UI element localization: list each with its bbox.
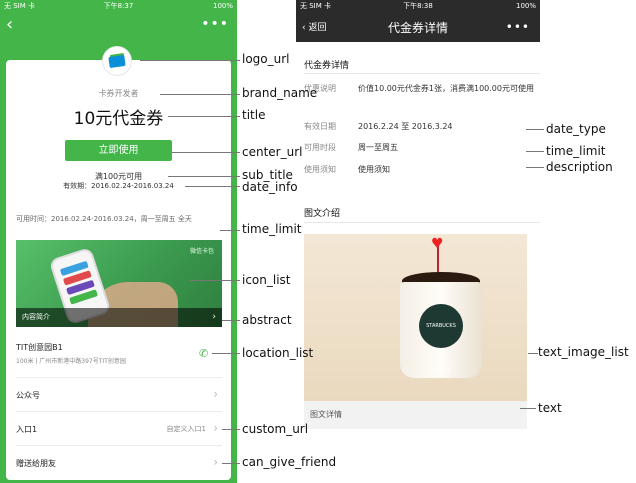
annotation-icon-list: icon_list (242, 273, 291, 287)
abstract-label: 内容简介 (22, 313, 50, 321)
row-label: 赠送给朋友 (16, 459, 56, 468)
annotation-time-limit: time_limit (242, 222, 302, 236)
detail-key: 使用须知 (304, 165, 336, 174)
detail-value: 2016.2.24 至 2016.3.24 (358, 122, 453, 131)
annotation-line (168, 176, 240, 177)
chevron-right-icon: › (213, 421, 218, 435)
battery-text: 100% (212, 2, 233, 10)
more-options-icon[interactable]: ••• (506, 20, 530, 34)
annotation-line (190, 280, 240, 281)
detail-value: 周一至周五 (358, 143, 398, 152)
top-nav: ‹ ••• (0, 12, 237, 40)
status-time: 下午8:37 (103, 2, 134, 10)
annotation-line (140, 60, 240, 61)
annotation-line (185, 186, 240, 187)
detail-key: 有效日期 (304, 122, 336, 131)
coupon-card: 卡券开发者 10元代金券 立即使用 满100元可用 有效期：2016.02.24… (6, 60, 231, 480)
annotation-abstract: abstract (242, 313, 292, 327)
annotation-line (222, 429, 240, 430)
list-item-official-account[interactable]: 公众号 › (16, 377, 222, 412)
detail-key: 可用时段 (304, 143, 336, 152)
annotation-line (528, 353, 538, 354)
status-time: 下午8:38 (403, 2, 433, 10)
heart-icon: ♥ (431, 236, 444, 252)
chevron-right-icon: › (213, 387, 218, 401)
starbucks-logo: STARBUCKS COFFEE (419, 304, 463, 373)
use-now-button[interactable]: 立即使用 (65, 140, 172, 161)
left-phone-screen: 无 SIM 卡 下午8:37 100% ‹ ••• 卡券开发者 10元代金券 立… (0, 0, 237, 483)
wechat-cardbag-tag: 微信卡包 (189, 248, 214, 255)
detail-value: 使用须知 (358, 165, 390, 174)
nav-bar: ‹ 返回 代金券详情 ••• (296, 12, 540, 42)
annotation-line (526, 129, 544, 130)
annotation-line (222, 463, 240, 464)
chevron-right-icon: › (212, 312, 216, 322)
status-bar: 无 SIM 卡 下午8:38 100% (296, 0, 540, 12)
annotation-text: text (538, 401, 562, 415)
divider (304, 73, 540, 74)
coffee-cup-image: ♥ STARBUCKS COFFEE (304, 234, 527, 401)
battery-text: 100% (515, 2, 536, 10)
annotation-line (222, 320, 240, 321)
photo-caption: 图文详情 (310, 410, 342, 419)
status-bar: 无 SIM 卡 下午8:37 100% (0, 0, 237, 12)
row-label: 入口1 (16, 425, 38, 434)
annotation-logo-url: logo_url (242, 52, 290, 66)
annotation-title: title (242, 108, 266, 122)
section-heading-detail: 代金券详情 (304, 61, 350, 71)
abstract-bar[interactable]: 内容简介 › (16, 308, 222, 327)
annotation-center-url: center_url (242, 145, 303, 159)
photo-caption-bar: 图文详情 (304, 401, 527, 429)
annotation-description: description (546, 160, 613, 174)
chevron-right-icon: › (213, 455, 218, 469)
annotation-brand-name: brand_name (242, 86, 318, 100)
location-name[interactable]: TIT创意园B1 (16, 342, 63, 353)
more-options-icon[interactable]: ••• (201, 16, 229, 32)
annotation-text-image-list: text_image_list (538, 345, 629, 359)
section-heading-intro: 图文介绍 (304, 209, 341, 219)
right-phone-screen: 无 SIM 卡 下午8:38 100% ‹ 返回 代金券详情 ••• 代金券详情… (296, 0, 540, 430)
annotation-line (520, 408, 536, 409)
phone-call-icon[interactable]: ✆ (199, 347, 208, 360)
annotation-line (160, 94, 240, 95)
list-item-entry1[interactable]: 入口1 自定义入口1 › (16, 411, 222, 446)
annotation-line (526, 167, 544, 168)
annotation-can-give-friend: can_give_friend (242, 455, 337, 469)
annotation-date-type: date_type (546, 122, 606, 136)
time-limit-text: 可用时间：2016.02.24-2016.03.24，周一至周五 全天 (16, 215, 192, 223)
annotation-line (220, 230, 240, 231)
annotation-line (212, 353, 240, 354)
annotation-date-info: date_info (242, 180, 298, 194)
annotation-time-limit-right: time_limit (546, 144, 606, 158)
divider (304, 222, 540, 223)
annotation-line (172, 152, 240, 153)
annotation-location-list: location_list (242, 346, 314, 360)
page-title: 代金券详情 (387, 21, 448, 35)
row-label: 公众号 (16, 391, 40, 400)
row-value: 自定义入口1 (166, 425, 206, 433)
back-chevron-icon[interactable]: ‹ (6, 14, 13, 35)
list-item-give-friend[interactable]: 赠送给朋友 › (16, 445, 222, 480)
annotation-line (526, 151, 544, 152)
annotation-line (168, 116, 240, 117)
detail-value: 价值10.00元代金券1张，消费满100.00元可使用 (358, 84, 534, 93)
annotation-custom-url: custom_url (242, 422, 309, 436)
location-address: 100米 | 广州市新港中路397号TIT创意园 (16, 358, 126, 365)
wallet-logo-icon (103, 47, 131, 75)
